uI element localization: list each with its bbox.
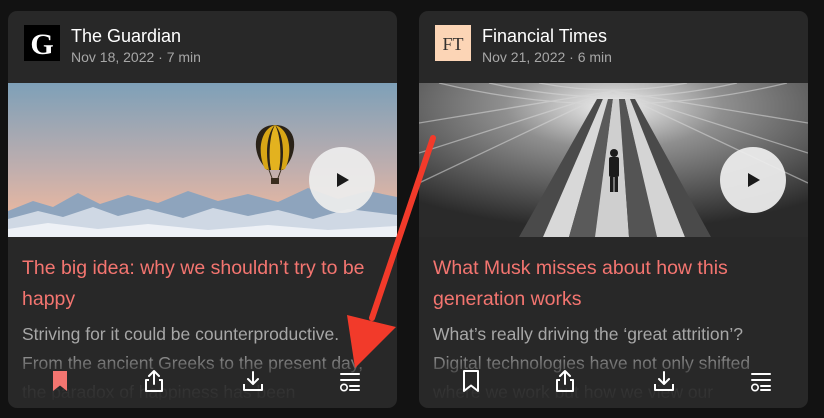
bookmark-icon	[53, 371, 67, 391]
download-icon	[654, 371, 674, 391]
article-meta: Nov 18, 2022 · 7 min	[71, 49, 201, 65]
financial-times-logo: FT	[435, 25, 471, 61]
download-button[interactable]	[240, 368, 266, 394]
add-to-queue-button[interactable]	[337, 368, 363, 394]
source-name: Financial Times	[482, 26, 608, 46]
card-actions	[419, 368, 808, 396]
play-button[interactable]	[720, 147, 786, 213]
guardian-logo: G	[24, 25, 60, 61]
share-button[interactable]	[552, 368, 578, 394]
card-header: FT Financial Times Nov 21, 2022 · 6 min	[435, 25, 792, 65]
bookmark-icon	[463, 370, 479, 392]
card-header: G The Guardian Nov 18, 2022 · 7 min	[24, 25, 381, 65]
add-to-queue-button[interactable]	[748, 368, 774, 394]
article-title[interactable]: What Musk misses about how this generati…	[433, 253, 794, 315]
share-icon	[145, 370, 163, 392]
share-button[interactable]	[141, 368, 167, 394]
article-thumbnail[interactable]	[419, 83, 808, 237]
add-to-queue-icon	[750, 373, 771, 392]
play-icon	[748, 173, 760, 187]
bookmark-button[interactable]	[458, 368, 484, 394]
card-actions	[8, 368, 397, 396]
article-thumbnail[interactable]	[8, 83, 397, 237]
add-to-queue-icon	[339, 373, 360, 392]
article-meta: Nov 21, 2022 · 6 min	[482, 49, 612, 65]
article-card-guardian[interactable]: G The Guardian Nov 18, 2022 · 7 min The …	[8, 11, 397, 408]
article-title[interactable]: The big idea: why we shouldn’t try to be…	[22, 253, 383, 315]
share-icon	[556, 370, 574, 392]
download-icon	[243, 371, 263, 391]
download-button[interactable]	[651, 368, 677, 394]
svg-text:G: G	[30, 28, 53, 61]
source-name: The Guardian	[71, 26, 182, 46]
play-button[interactable]	[309, 147, 375, 213]
article-card-financial-times[interactable]: FT Financial Times Nov 21, 2022 · 6 min	[419, 11, 808, 408]
bookmark-button[interactable]	[47, 368, 73, 394]
svg-text:FT: FT	[442, 34, 463, 54]
play-icon	[337, 173, 349, 187]
